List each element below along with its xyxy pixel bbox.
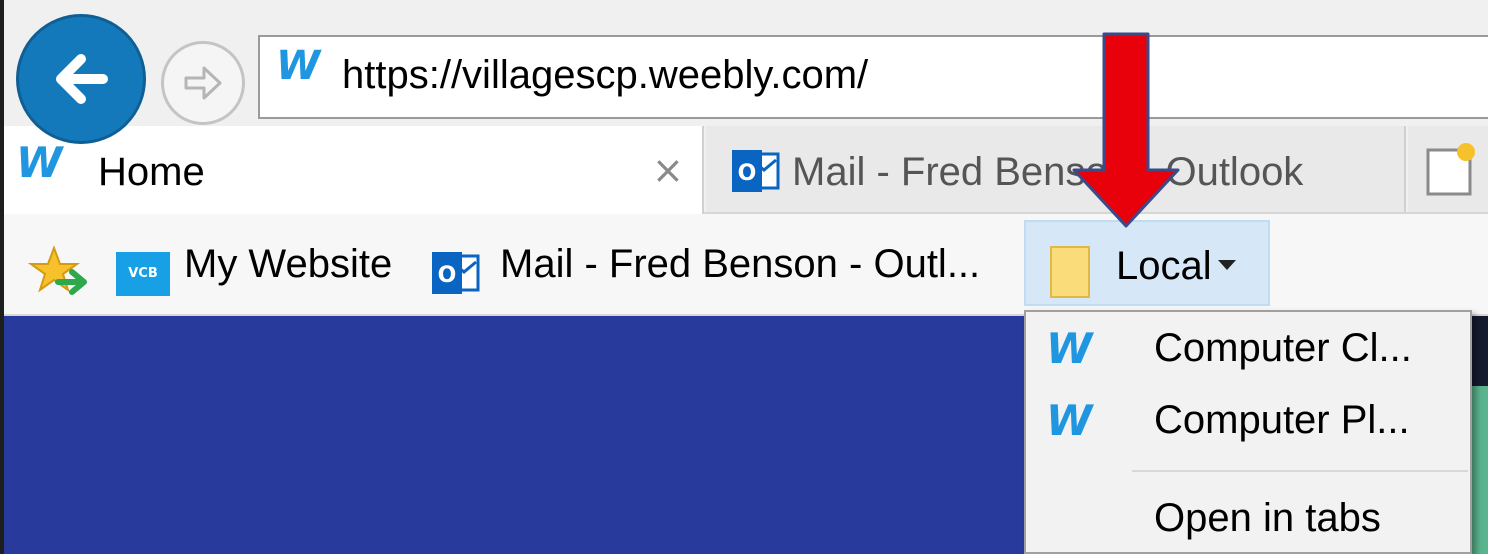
svg-text:O: O	[738, 161, 757, 186]
back-button[interactable]	[16, 14, 146, 144]
dropdown-item-computer-pl[interactable]: W Computer Pl...	[1026, 384, 1470, 462]
dropdown-item-label: Open in tabs	[1154, 496, 1381, 540]
red-down-arrow-icon	[1072, 32, 1180, 228]
browser-window: W https://villagescp.weebly.com/ W Home …	[4, 0, 1488, 554]
outlook-icon: O	[732, 150, 780, 192]
tab-label: Mail - Fred Benson - Outlook	[792, 150, 1304, 194]
favorite-mail-outlook[interactable]: O Mail - Fred Benson - Outl...	[424, 214, 1004, 314]
new-tab-button[interactable]	[1408, 126, 1488, 212]
dropdown-item-open-in-tabs[interactable]: Open in tabs	[1026, 482, 1470, 554]
navigation-bar: W https://villagescp.weebly.com/	[4, 0, 1488, 144]
svg-text:O: O	[438, 263, 457, 288]
dropdown-item-computer-cl[interactable]: W Computer Cl...	[1026, 312, 1470, 390]
favorite-label: My Website	[184, 242, 393, 286]
dropdown-item-label: Computer Pl...	[1154, 398, 1410, 442]
favorites-bar: VCB My Website O Mail - Fred Benson - Ou…	[4, 214, 1488, 316]
favorite-label: Local	[1116, 244, 1212, 288]
vcb-icon: VCB	[116, 252, 170, 296]
dropdown-separator	[1132, 470, 1468, 472]
chevron-down-icon	[1218, 260, 1236, 270]
favorite-folder-local[interactable]: Local	[1024, 220, 1270, 306]
weebly-icon: W	[276, 43, 321, 89]
url-text[interactable]: https://villagescp.weebly.com/	[342, 53, 868, 98]
weebly-icon: W	[1046, 324, 1093, 373]
new-tab-icon	[1426, 143, 1475, 196]
tab-mail-outlook[interactable]: O Mail - Fred Benson - Outlook	[706, 126, 1406, 212]
local-folder-dropdown: W Computer Cl... W Computer Pl... Open i…	[1024, 310, 1472, 554]
tab-home[interactable]: W Home ×	[4, 126, 704, 214]
weebly-icon: W	[16, 138, 63, 187]
favorite-my-website[interactable]: VCB My Website	[104, 214, 404, 314]
outlook-icon: O	[432, 252, 480, 294]
favorites-star-icon[interactable]	[28, 244, 90, 300]
favorite-label: Mail - Fred Benson - Outl...	[500, 242, 981, 286]
tab-strip: W Home × O Mail - Fred Benson - Outlook	[4, 126, 1488, 214]
tab-label: Home	[98, 150, 205, 194]
folder-icon	[1050, 246, 1090, 298]
forward-arrow-icon	[184, 66, 222, 100]
weebly-icon: W	[1046, 396, 1093, 445]
tab-close-icon[interactable]: ×	[652, 148, 684, 192]
address-bar[interactable]: W https://villagescp.weebly.com/	[258, 35, 1488, 119]
forward-button[interactable]	[161, 41, 245, 125]
dropdown-item-label: Computer Cl...	[1154, 326, 1412, 370]
back-arrow-icon	[56, 54, 108, 104]
